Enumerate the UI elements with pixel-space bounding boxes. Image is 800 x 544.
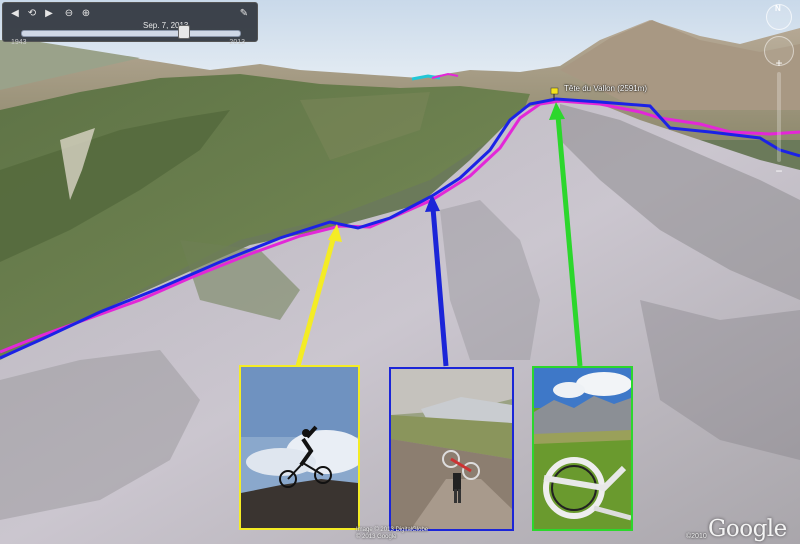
- photo-bike-meadow[interactable]: [532, 366, 633, 531]
- zoom-slider[interactable]: + −: [775, 56, 782, 178]
- photo-blue-image: [391, 369, 512, 529]
- start-year: 1943: [11, 39, 27, 46]
- zoom-plus-icon[interactable]: +: [772, 56, 786, 70]
- next-icon[interactable]: ▶: [42, 7, 56, 21]
- image-credit: Image © 2013 DigitalGlobe © 2013 Google: [356, 527, 428, 541]
- zoom-in-icon[interactable]: ⊕: [79, 7, 93, 21]
- peak-label[interactable]: Tête du Vallon (2591m): [564, 84, 647, 93]
- prev-icon[interactable]: ◀: [8, 7, 22, 21]
- photo-rider-carrying-bike[interactable]: [389, 367, 514, 531]
- copyright-year: ©2010: [686, 533, 707, 540]
- photo-green-image: [534, 368, 631, 529]
- image-credit-line: Image © 2013 DigitalGlobe: [356, 527, 429, 533]
- compass-icon[interactable]: N: [766, 4, 792, 30]
- zoom-minus-icon[interactable]: −: [772, 164, 786, 178]
- end-year: 2013: [229, 39, 245, 46]
- zoom-out-icon[interactable]: ⊖: [62, 7, 76, 21]
- time-slider-panel: ◀ ⟲ ▶ ⊖ ⊕ ✎ Sep. 7, 2013 1943 2013: [2, 2, 258, 46]
- settings-icon[interactable]: ⟲: [25, 7, 39, 21]
- wrench-icon[interactable]: ✎: [237, 7, 251, 21]
- time-slider-track[interactable]: [21, 30, 241, 37]
- navigation-controls: N + −: [764, 4, 794, 178]
- photo-yellow-image: [241, 367, 358, 528]
- photo-rider-ridge[interactable]: [239, 365, 360, 530]
- data-credit-line: © 2013 Google: [356, 534, 397, 540]
- north-label: N: [775, 4, 781, 13]
- time-slider-thumb[interactable]: [177, 25, 190, 39]
- google-logo: Google: [708, 516, 787, 542]
